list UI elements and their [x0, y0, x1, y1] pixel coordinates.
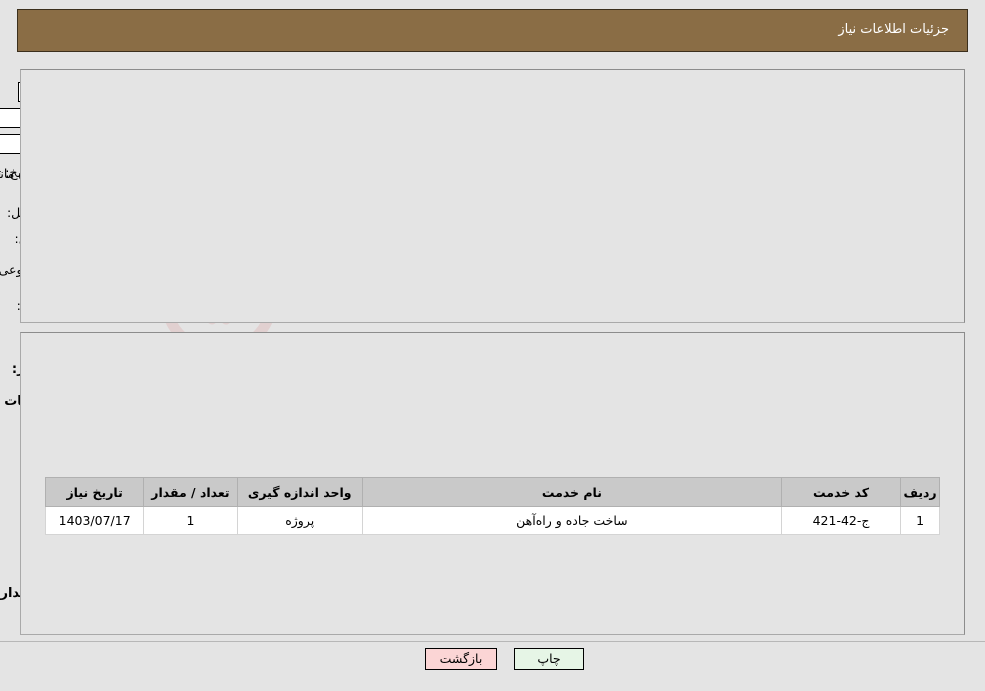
- footer-separator: [0, 641, 985, 642]
- col-qty: تعداد / مقدار: [143, 477, 238, 507]
- need-summary-panel: [20, 69, 965, 323]
- page-title: جزئیات اطلاعات نیاز: [838, 22, 949, 37]
- back-button[interactable]: بازگشت: [425, 648, 497, 670]
- cell-name: ساخت جاده و راه‌آهن: [361, 506, 782, 535]
- col-code: کد خدمت: [780, 477, 902, 507]
- cell-code: ج-42-421: [780, 506, 902, 535]
- col-need-date: تاریخ نیاز: [44, 477, 145, 507]
- table-header-row: ردیف کد خدمت نام خدمت واحد اندازه گیری ت…: [44, 477, 940, 507]
- cell-qty: 1: [143, 506, 238, 535]
- cell-row: 1: [900, 506, 940, 535]
- cell-unit: پروژه: [236, 506, 363, 535]
- page-header: جزئیات اطلاعات نیاز: [17, 9, 968, 52]
- service-items-table: ردیف کد خدمت نام خدمت واحد اندازه گیری ت…: [44, 477, 940, 535]
- col-name: نام خدمت: [361, 477, 782, 507]
- table-row[interactable]: 1 ج-42-421 ساخت جاده و راه‌آهن پروژه 1 1…: [44, 506, 940, 535]
- cell-need-date: 1403/07/17: [44, 506, 145, 535]
- col-unit: واحد اندازه گیری: [236, 477, 363, 507]
- col-row: ردیف: [900, 477, 940, 507]
- print-button[interactable]: چاپ: [514, 648, 584, 670]
